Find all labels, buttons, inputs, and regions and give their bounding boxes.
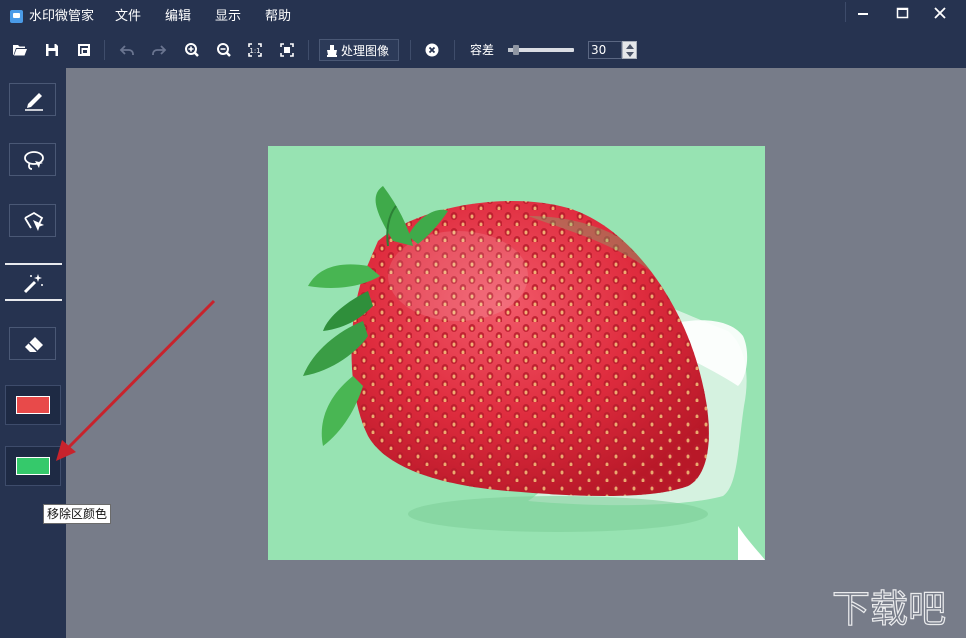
image-canvas[interactable] <box>66 68 966 638</box>
slider-thumb[interactable] <box>513 45 519 55</box>
pen-tool-icon <box>25 93 43 111</box>
keep-area-color-button[interactable] <box>5 385 61 425</box>
eraser-icon <box>25 337 43 352</box>
open-button[interactable] <box>11 41 29 59</box>
toolbar-divider <box>308 40 309 60</box>
magic-wand-icon <box>23 274 43 294</box>
magic-wand-button[interactable] <box>5 263 62 301</box>
tolerance-input[interactable] <box>588 41 622 59</box>
process-image-label: 处理图像 <box>341 44 390 58</box>
undo-button[interactable] <box>118 41 136 59</box>
maximize-button[interactable] <box>885 0 919 26</box>
save-as-icon <box>78 44 90 56</box>
toolbar-divider <box>454 40 455 60</box>
save-button[interactable] <box>43 41 61 59</box>
maximize-icon <box>896 7 909 19</box>
clear-button[interactable] <box>423 41 441 59</box>
menu-help[interactable]: 帮助 <box>265 8 291 25</box>
toolbar: 1:1 处理图像 容差 <box>0 33 966 68</box>
save-as-button[interactable] <box>75 41 93 59</box>
strawberry-illustration <box>268 146 765 560</box>
minimize-button[interactable] <box>846 0 880 26</box>
remove-color-tooltip: 移除区颜色 <box>43 504 112 524</box>
zoom-in-button[interactable] <box>183 41 201 59</box>
app-title: 水印微管家 <box>29 9 95 24</box>
redo-button[interactable] <box>150 41 168 59</box>
title-bar: 水印微管家 文件 编辑 显示 帮助 <box>0 0 966 33</box>
lasso-tool-icon <box>24 151 44 170</box>
fit-window-button[interactable] <box>278 41 296 59</box>
eraser-button[interactable] <box>9 327 56 360</box>
polygon-lasso-icon <box>24 211 44 231</box>
pen-tool-button[interactable] <box>9 83 56 116</box>
actual-size-button[interactable]: 1:1 <box>246 41 264 59</box>
zoom-out-icon <box>217 43 231 57</box>
keep-area-color-swatch <box>16 396 50 414</box>
tolerance-slider[interactable] <box>508 45 574 55</box>
redo-icon <box>152 45 167 55</box>
clear-icon <box>425 43 439 57</box>
toolbar-divider <box>410 40 411 60</box>
undo-icon <box>119 45 134 55</box>
app-window: 水印微管家 文件 编辑 显示 帮助 1:1 处理图像 容差 30 移除区颜色 下… <box>0 0 966 638</box>
save-icon <box>46 44 58 56</box>
menu-view[interactable]: 显示 <box>215 8 241 25</box>
close-icon <box>934 7 946 19</box>
open-folder-icon <box>13 45 27 56</box>
remove-area-color-button[interactable] <box>5 446 61 486</box>
lasso-tool-button[interactable] <box>9 143 56 176</box>
tolerance-label: 容差 <box>470 43 495 57</box>
menu-file[interactable]: 文件 <box>115 8 141 25</box>
fit-window-icon <box>280 43 294 57</box>
zoom-out-button[interactable] <box>215 41 233 59</box>
polygon-lasso-button[interactable] <box>9 204 56 237</box>
tolerance-spinner[interactable] <box>622 41 637 59</box>
process-image-icon <box>327 45 337 57</box>
close-button[interactable] <box>923 0 957 26</box>
spin-down-icon[interactable] <box>626 52 634 57</box>
actual-size-icon: 1:1 <box>248 43 262 57</box>
app-logo-icon <box>10 10 23 23</box>
strawberry-image <box>268 146 765 560</box>
process-image-button[interactable]: 处理图像 <box>319 39 399 61</box>
svg-text:1:1: 1:1 <box>249 47 260 55</box>
spin-up-icon[interactable] <box>626 44 634 49</box>
minimize-icon <box>858 13 868 15</box>
tool-sidebar <box>0 68 66 638</box>
menu-edit[interactable]: 编辑 <box>165 8 191 25</box>
remove-area-color-swatch <box>16 457 50 475</box>
zoom-in-icon <box>185 43 199 57</box>
toolbar-divider <box>104 40 105 60</box>
